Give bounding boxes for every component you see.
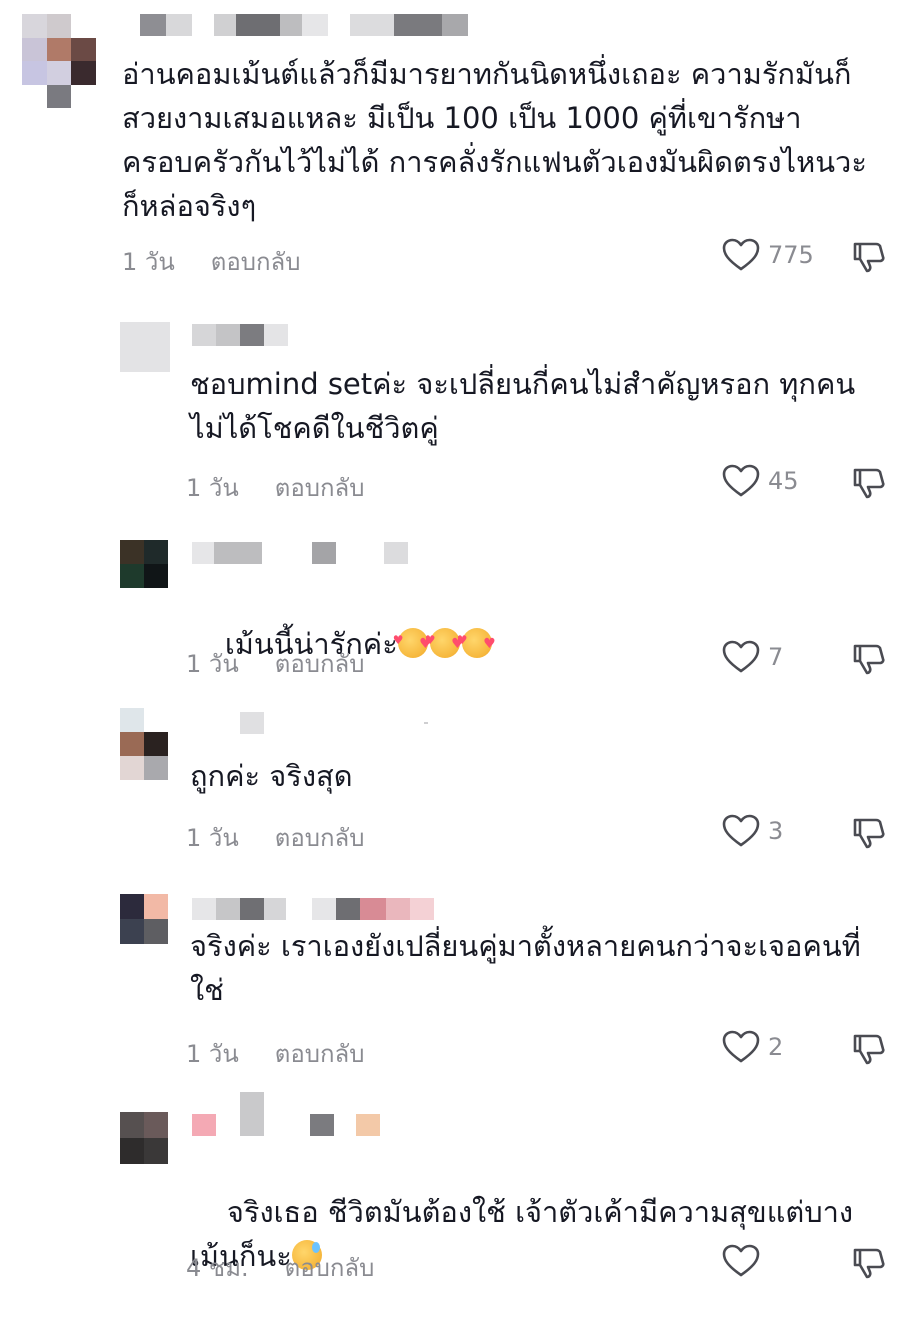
smiling-face-with-hearts-icon xyxy=(393,618,496,666)
dislike-button[interactable] xyxy=(852,466,886,500)
heart-outline-icon xyxy=(722,238,760,272)
comment-time: 1 วัน xyxy=(186,824,239,852)
comment-meta: 1 วัน ตอบกลับ xyxy=(186,818,365,857)
comment-text: ชอบmind setค่ะ จะเปลี่ยนกี่คนไม่สำคัญหรอ… xyxy=(190,367,856,445)
dislike-button[interactable] xyxy=(852,1246,886,1280)
like-button[interactable]: 3 xyxy=(722,814,783,848)
comment-meta: 4 ชม. ตอบกลับ xyxy=(186,1248,374,1287)
like-count: 775 xyxy=(768,241,814,269)
comment-item: อ่านคอมเม้นต์แล้วก็มีมารยาทกันนิดหนึ่งเถ… xyxy=(0,0,915,290)
comment-text: อ่านคอมเม้นต์แล้วก็มีมารยาทกันนิดหนึ่งเถ… xyxy=(122,57,877,223)
reply-button[interactable]: ตอบกลับ xyxy=(275,644,365,683)
reply-button[interactable]: ตอบกลับ xyxy=(211,242,301,281)
heart-outline-icon xyxy=(722,1030,760,1064)
comment-time: 1 วัน xyxy=(186,650,239,678)
avatar[interactable] xyxy=(120,322,170,372)
reply-button[interactable]: ตอบกลับ xyxy=(285,1248,375,1287)
like-button[interactable]: 775 xyxy=(722,238,814,272)
comment-item: ชอบmind setค่ะ จะเปลี่ยนกี่คนไม่สำคัญหรอ… xyxy=(0,310,915,510)
username[interactable] xyxy=(192,542,408,564)
comment-meta: 1 วัน ตอบกลับ xyxy=(186,1034,365,1073)
avatar[interactable] xyxy=(120,708,168,780)
like-button[interactable] xyxy=(722,1244,768,1278)
comment-time: 1 วัน xyxy=(122,248,175,276)
comment-text: จริงค่ะ เราเองยังเปลี่ยนคู่มาตั้งหลายคนก… xyxy=(190,929,861,1007)
comment-text: จริงเธอ ชีวิตมันต้องใช้ เจ้าตัวเค้ามีควา… xyxy=(190,1146,880,1322)
thumbs-down-icon xyxy=(852,642,886,676)
comment-meta: 1 วัน ตอบกลับ xyxy=(186,468,365,507)
like-count: 45 xyxy=(768,467,799,495)
comment-item: เม้นนี้น่ารักค่ะ 1 วัน ตอบกลับ 7 xyxy=(0,530,915,680)
like-count: 7 xyxy=(768,643,784,671)
reply-button[interactable]: ตอบกลับ xyxy=(275,1034,365,1073)
username[interactable] xyxy=(140,14,468,36)
thumbs-down-icon xyxy=(852,1246,886,1280)
comment-time: 1 วัน xyxy=(186,474,239,502)
heart-outline-icon xyxy=(722,814,760,848)
dislike-button[interactable] xyxy=(852,240,886,274)
like-button[interactable]: 7 xyxy=(722,640,783,674)
reply-button[interactable]: ตอบกลับ xyxy=(275,818,365,857)
comment-item: จริงค่ะ เราเองยังเปลี่ยนคู่มาตั้งหลายคนก… xyxy=(0,880,915,1080)
avatar[interactable] xyxy=(120,540,168,588)
like-button[interactable]: 2 xyxy=(722,1030,783,1064)
username[interactable] xyxy=(192,1088,380,1136)
comment-meta: 1 วัน ตอบกลับ xyxy=(186,644,365,683)
thumbs-down-icon xyxy=(852,816,886,850)
comment-item: ถูกค่ะ จริงสุด 1 วัน ตอบกลับ 3 xyxy=(0,700,915,860)
dislike-button[interactable] xyxy=(852,1032,886,1066)
dislike-button[interactable] xyxy=(852,816,886,850)
avatar[interactable] xyxy=(120,894,168,944)
heart-outline-icon xyxy=(722,1244,760,1278)
avatar[interactable] xyxy=(22,14,96,108)
comment-time: 1 วัน xyxy=(186,1040,239,1068)
thumbs-down-icon xyxy=(852,240,886,274)
comment-item: จริงเธอ ชีวิตมันต้องใช้ เจ้าตัวเค้ามีควา… xyxy=(0,1082,915,1282)
comment-time: 4 ชม. xyxy=(186,1254,249,1282)
thumbs-down-icon xyxy=(852,1032,886,1066)
like-count: 2 xyxy=(768,1033,784,1061)
username[interactable] xyxy=(192,324,288,346)
thumbs-down-icon xyxy=(852,466,886,500)
username[interactable] xyxy=(192,898,434,920)
avatar[interactable] xyxy=(120,1112,168,1164)
heart-outline-icon xyxy=(722,464,760,498)
dislike-button[interactable] xyxy=(852,642,886,676)
like-button[interactable]: 45 xyxy=(722,464,799,498)
reply-button[interactable]: ตอบกลับ xyxy=(275,468,365,507)
heart-outline-icon xyxy=(722,640,760,674)
comment-text: ถูกค่ะ จริงสุด xyxy=(190,759,353,793)
comment-meta: 1 วัน ตอบกลับ xyxy=(122,242,301,281)
like-count: 3 xyxy=(768,817,784,845)
username[interactable] xyxy=(240,712,428,734)
